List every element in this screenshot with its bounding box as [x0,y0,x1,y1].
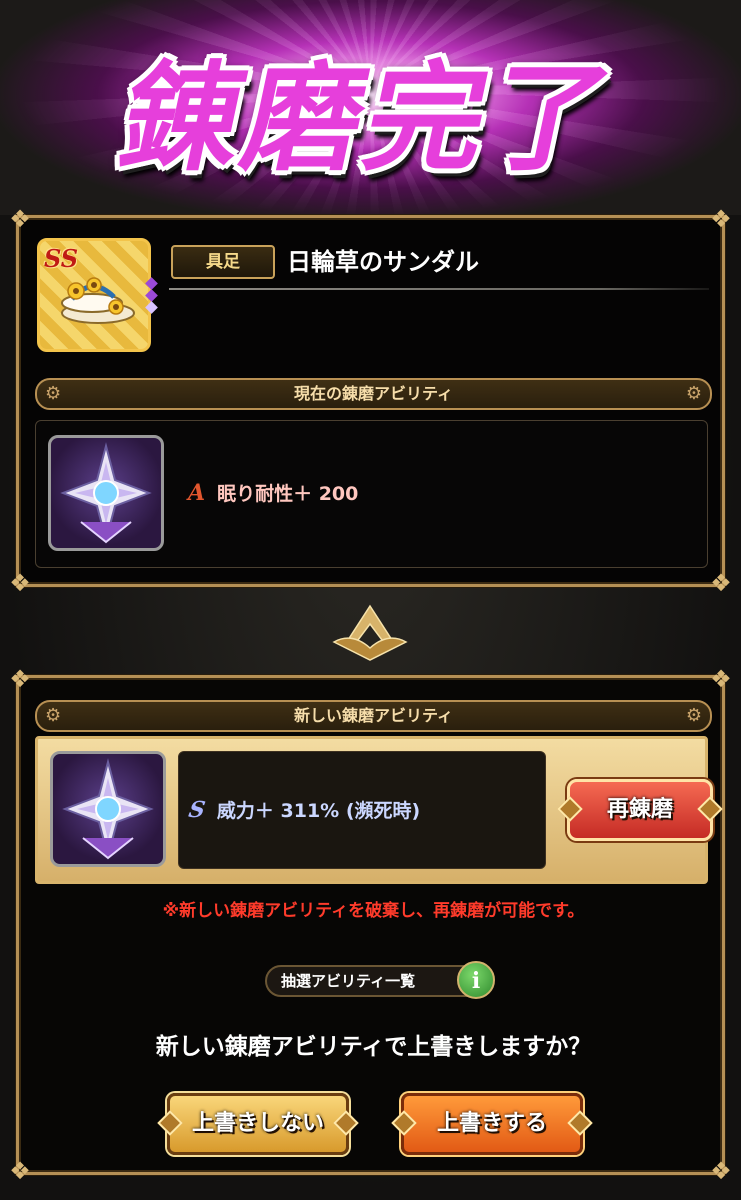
current-panel: ❖ ❖ ❖ ❖ SS 具足 日輪草のサンダル ⚙ 現在の錬磨アビリティ ⚙ A … [9,206,732,596]
current-ability-text: A 眠り耐性＋ 200 [188,479,358,506]
confirm-overwrite-button[interactable]: 上書きする [391,1093,593,1155]
page-title: 錬磨完了 [109,48,628,187]
button-ornament [157,1110,183,1136]
info-icon[interactable]: i [457,961,495,999]
new-ability-box: S 威力＋ 311% (瀕死時) 再錬磨 [35,736,723,884]
cancel-overwrite-button[interactable]: 上書きしない [157,1093,359,1155]
reroll-label: 再錬磨 [606,797,673,822]
ability-list-label: 抽選アビリティ一覧 [281,972,416,990]
button-ornament [391,1110,417,1136]
ability-label: 眠り耐性＋ 200 [217,483,359,505]
section-title: 新しい錬磨アビリティ [293,706,454,725]
gear-icon: ⚙ [45,383,62,404]
new-ability-header: ⚙ 新しい錬磨アビリティ ⚙ [35,700,712,732]
corner-ornament: ❖ [9,569,31,597]
button-ornament [557,796,583,822]
divider-emblem-icon [332,604,408,661]
current-ability-box: A 眠り耐性＋ 200 [35,420,708,568]
section-title: 現在の錬磨アビリティ [293,384,454,403]
reroll-notice: ※新しい錬磨アビリティを破棄し、再錬磨が可能です。 [162,901,585,921]
corner-ornament: ❖ [9,665,31,693]
ability-label: 威力＋ 311% (瀕死時) [216,800,421,822]
button-ornament [567,1110,593,1136]
ability-rank: A [188,480,206,506]
result-header: 錬磨完了 [0,0,741,215]
overwrite-question: 新しい錬磨アビリティで上書きしますか？ [155,1034,592,1060]
button-ornament [697,796,723,822]
item-icon[interactable]: SS [37,238,151,352]
gear-icon: ⚙ [685,383,702,404]
corner-ornament: ❖ [9,1157,31,1185]
gem-slots [144,276,158,315]
new-panel: ❖ ❖ ❖ ❖ ⚙ 新しい錬磨アビリティ ⚙ S 威力＋ 311% (瀕死時) 再… [9,666,732,1184]
item-name: 日輪草のサンダル [287,248,479,276]
reroll-button[interactable]: 再錬磨 [557,779,723,841]
medal-icon [50,751,166,867]
corner-ornament: ❖ [710,665,732,693]
medal-icon [48,435,164,551]
corner-ornament: ❖ [710,205,732,233]
gem-icon [144,301,158,314]
equipment-type-tag: 具足 [171,245,275,279]
gear-icon: ⚙ [45,705,62,726]
sandal-icon [61,277,135,324]
corner-ornament: ❖ [710,569,732,597]
confirm-overwrite-label: 上書きする [436,1111,547,1136]
cancel-overwrite-label: 上書きしない [191,1111,324,1136]
gear-icon: ⚙ [685,705,702,726]
corner-ornament: ❖ [9,205,31,233]
ability-rank: S [186,797,208,823]
corner-ornament: ❖ [710,1157,732,1185]
ability-list-button[interactable]: 抽選アビリティ一覧 i [265,961,495,999]
new-ability-text: S 威力＋ 311% (瀕死時) [186,796,421,823]
button-ornament [333,1110,359,1136]
new-ability-detail: S 威力＋ 311% (瀕死時) [178,751,546,869]
current-ability-header: ⚙ 現在の錬磨アビリティ ⚙ [35,378,712,410]
name-underline [169,288,709,290]
